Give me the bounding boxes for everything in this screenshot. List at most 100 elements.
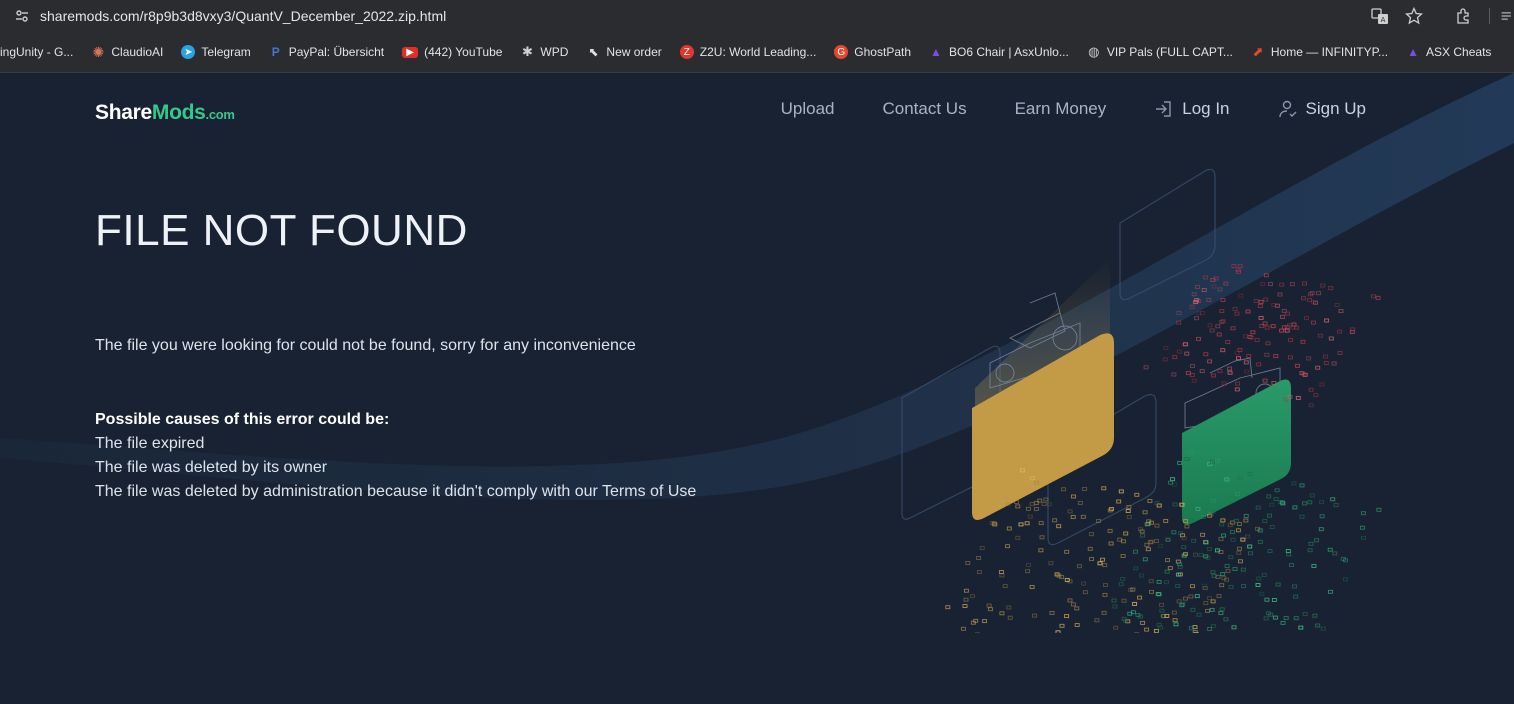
data-dot — [1243, 518, 1249, 523]
data-dot — [1311, 564, 1317, 568]
data-dot — [1207, 323, 1213, 328]
site-info-icon[interactable] — [12, 6, 32, 26]
data-dot — [1002, 584, 1008, 589]
data-dot — [1074, 606, 1080, 611]
data-dot — [1330, 497, 1336, 502]
bookmark-item[interactable]: P PayPal: Übersicht — [269, 45, 384, 59]
bookmark-item[interactable]: ✱ WPD — [520, 44, 569, 59]
nav-contact-us[interactable]: Contact Us — [882, 99, 966, 119]
data-dot — [1219, 583, 1225, 588]
bookmark-label: WPD — [540, 45, 569, 59]
data-dot — [1149, 589, 1154, 594]
data-dot — [1082, 590, 1088, 595]
bookmark-item[interactable]: ⬈ Home — INFINITYP... — [1251, 44, 1388, 59]
data-dot — [1218, 611, 1224, 616]
data-dot — [1134, 632, 1140, 633]
data-dot — [1209, 328, 1215, 333]
data-dot — [1260, 282, 1266, 287]
data-dot — [1121, 598, 1127, 603]
data-dot — [960, 626, 966, 631]
data-dot — [1133, 549, 1138, 554]
data-dot — [1203, 352, 1209, 357]
data-dot — [1312, 613, 1318, 618]
data-dot — [1228, 555, 1234, 560]
sharemods-logo[interactable]: ShareMods.com — [95, 101, 235, 125]
claudio-icon: ✺ — [92, 43, 105, 60]
data-dot — [1258, 315, 1264, 320]
data-dot — [1292, 584, 1297, 589]
data-dot — [1308, 387, 1314, 392]
bookmark-item[interactable]: ▲ ASX Cheats — [1406, 45, 1491, 59]
data-dot — [1139, 573, 1144, 578]
data-dot — [1123, 531, 1129, 536]
user-add-icon — [1278, 99, 1298, 119]
data-dot — [982, 619, 988, 624]
data-dot — [965, 561, 971, 565]
data-dot — [1279, 328, 1285, 333]
data-dot — [1193, 552, 1198, 557]
infinity-icon: ⬈ — [1252, 44, 1264, 59]
bookmark-star-icon[interactable] — [1403, 5, 1425, 27]
data-dot — [1143, 365, 1149, 370]
extensions-icon[interactable] — [1453, 5, 1475, 27]
data-dot — [1215, 574, 1221, 579]
bookmark-item[interactable]: ▲ BO6 Chair | AsxUnlo... — [929, 45, 1069, 59]
data-dot — [1256, 576, 1262, 581]
z2u-icon: Z — [679, 45, 694, 59]
nav-earn-money[interactable]: Earn Money — [1015, 99, 1107, 119]
data-dot — [1080, 514, 1086, 519]
data-dot — [1126, 515, 1132, 519]
data-dot — [1203, 601, 1209, 606]
data-dot — [1291, 481, 1297, 486]
data-dot — [1299, 514, 1305, 519]
data-dot — [1027, 514, 1033, 519]
data-dot — [1049, 610, 1055, 615]
bookmark-item[interactable]: ◍ VIP Pals (FULL CAPT... — [1087, 44, 1233, 59]
data-dot — [1236, 522, 1242, 526]
bookmark-item[interactable]: ➤ Telegram — [181, 45, 251, 59]
login-link[interactable]: Log In — [1154, 99, 1230, 119]
data-dot — [1313, 393, 1319, 398]
signup-link[interactable]: Sign Up — [1278, 99, 1366, 119]
data-dot — [1041, 502, 1047, 506]
data-dot — [1175, 584, 1181, 588]
bookmark-item[interactable]: ✺ ClaudioAI — [91, 43, 163, 60]
data-dot — [1038, 548, 1044, 553]
data-dot — [1291, 322, 1297, 327]
data-dot — [1113, 625, 1119, 630]
url-text[interactable]: sharemods.com/r8p9b3d8vxy3/QuantV_Decemb… — [40, 8, 446, 24]
logo-share-text: Share — [95, 101, 152, 124]
data-dot — [963, 597, 969, 602]
bookmark-item[interactable]: G GhostPath — [834, 45, 911, 59]
bookmark-item[interactable]: ⬉ New order — [586, 45, 661, 59]
data-dot — [1241, 584, 1247, 589]
data-dot — [1337, 329, 1343, 334]
data-dot — [1219, 607, 1225, 612]
signup-label: Sign Up — [1305, 99, 1366, 118]
data-dot — [1172, 502, 1178, 507]
data-dot — [1190, 584, 1195, 589]
data-dot — [1071, 494, 1076, 499]
translate-icon[interactable]: A — [1369, 5, 1391, 27]
data-dot — [1267, 549, 1273, 554]
bookmark-item[interactable]: ingUnity - G... — [0, 45, 73, 59]
reading-list-icon[interactable] — [1500, 5, 1514, 27]
data-dot — [1059, 623, 1065, 628]
data-dot — [1255, 583, 1261, 587]
data-dot — [1173, 622, 1179, 627]
bookmark-item[interactable]: Z Z2U: World Leading... — [679, 45, 816, 59]
data-dot — [1271, 598, 1277, 602]
data-dot — [999, 573, 1005, 578]
nav-upload[interactable]: Upload — [781, 99, 835, 119]
data-dot — [1165, 558, 1171, 563]
data-dot — [1172, 355, 1178, 360]
data-dot — [1227, 366, 1233, 371]
cursor-icon: ⬉ — [588, 45, 599, 59]
data-dot — [1107, 528, 1113, 533]
data-dot — [970, 594, 975, 599]
data-dot — [1189, 304, 1195, 309]
data-dot — [1170, 477, 1176, 482]
data-dot — [1284, 328, 1290, 333]
bookmark-item[interactable]: ▶ (442) YouTube — [402, 45, 502, 59]
data-dot — [1148, 579, 1154, 584]
